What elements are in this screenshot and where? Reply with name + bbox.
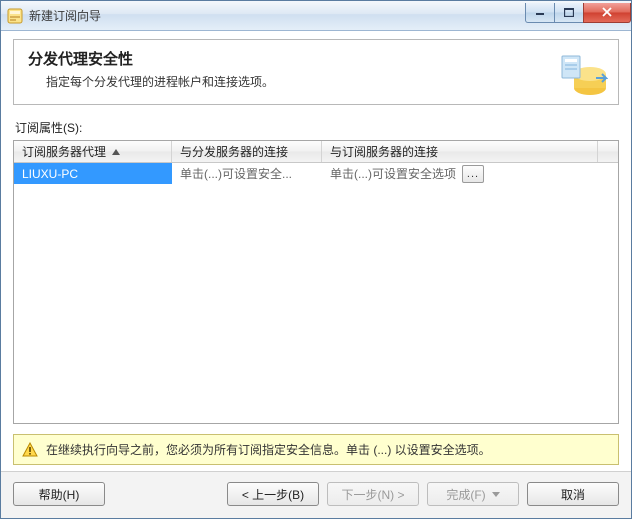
subscription-table: 订阅服务器代理 与分发服务器的连接 与订阅服务器的连接 LIUXU-PC 单击(…	[13, 140, 619, 424]
finish-button: 完成(F)	[427, 482, 519, 506]
column-header-tail	[598, 141, 618, 162]
minimize-button[interactable]	[525, 3, 555, 23]
column-header-label: 订阅服务器代理	[22, 143, 106, 160]
finish-label: 完成(F)	[446, 486, 485, 503]
table-body: LIUXU-PC 单击(...)可设置安全... 单击(...)可设置安全选项 …	[14, 163, 618, 184]
cell-text: 单击(...)可设置安全选项	[330, 165, 456, 182]
chevron-down-icon	[492, 492, 500, 497]
cell-subscriber-connection[interactable]: 单击(...)可设置安全选项 ...	[322, 163, 618, 185]
warning-icon	[22, 442, 38, 458]
content-area: 分发代理安全性 指定每个分发代理的进程帐户和连接选项。 订阅属性(S):	[1, 31, 631, 471]
cell-agent[interactable]: LIUXU-PC	[14, 163, 172, 184]
maximize-button[interactable]	[554, 3, 584, 23]
titlebar[interactable]: 新建订阅向导	[1, 1, 631, 31]
warning-text: 在继续执行向导之前，您必须为所有订阅指定安全信息。单击 (...) 以设置安全选…	[46, 441, 491, 458]
table-header: 订阅服务器代理 与分发服务器的连接 与订阅服务器的连接	[14, 141, 618, 163]
help-button[interactable]: 帮助(H)	[13, 482, 105, 506]
wizard-window: 新建订阅向导 分发代理安全性 指定每个分发代理的进程帐户和连接选项。	[0, 0, 632, 519]
wizard-header: 分发代理安全性 指定每个分发代理的进程帐户和连接选项。	[13, 39, 619, 105]
window-title: 新建订阅向导	[29, 7, 526, 24]
page-title: 分发代理安全性	[28, 48, 548, 69]
back-button[interactable]: < 上一步(B)	[227, 482, 319, 506]
cell-distributor-connection[interactable]: 单击(...)可设置安全...	[172, 163, 322, 184]
warning-banner: 在继续执行向导之前，您必须为所有订阅指定安全信息。单击 (...) 以设置安全选…	[13, 434, 619, 465]
replication-icon	[556, 48, 608, 100]
column-header-agent[interactable]: 订阅服务器代理	[14, 141, 172, 162]
page-description: 指定每个分发代理的进程帐户和连接选项。	[46, 73, 548, 90]
window-controls	[526, 3, 631, 23]
column-header-label: 与订阅服务器的连接	[330, 143, 438, 160]
column-header-subscriber[interactable]: 与订阅服务器的连接	[322, 141, 598, 162]
table-row[interactable]: LIUXU-PC 单击(...)可设置安全... 单击(...)可设置安全选项 …	[14, 163, 618, 184]
table-label: 订阅属性(S):	[15, 119, 617, 136]
column-header-distributor[interactable]: 与分发服务器的连接	[172, 141, 322, 162]
cancel-button[interactable]: 取消	[527, 482, 619, 506]
close-button[interactable]	[583, 3, 631, 23]
next-button: 下一步(N) >	[327, 482, 419, 506]
column-header-label: 与分发服务器的连接	[180, 143, 288, 160]
wizard-footer: 帮助(H) < 上一步(B) 下一步(N) > 完成(F) 取消	[1, 471, 631, 518]
sort-ascending-icon	[112, 149, 120, 155]
set-security-button[interactable]: ...	[462, 165, 484, 183]
app-icon	[7, 8, 23, 24]
